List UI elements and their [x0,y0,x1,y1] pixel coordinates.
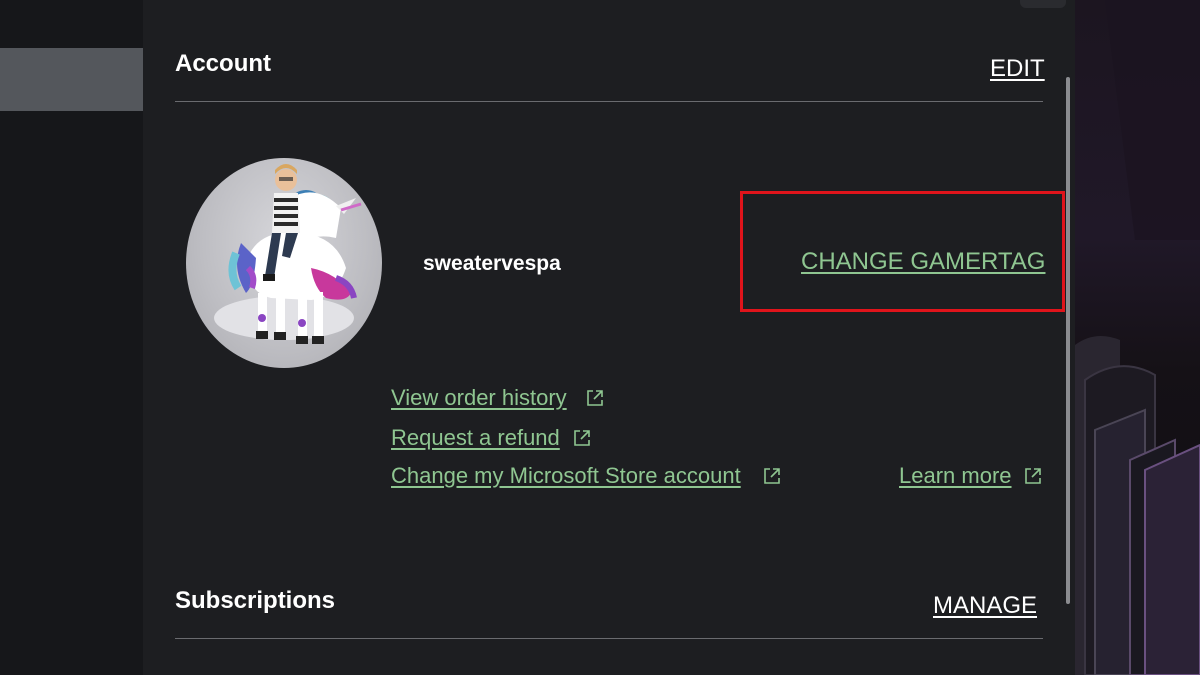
view-order-history-link[interactable]: View order history [391,385,567,411]
nav-item-selected[interactable] [0,48,143,111]
edit-button[interactable]: EDIT [990,55,1045,83]
manage-button[interactable]: MANAGE [933,592,1037,620]
change-gamertag-link[interactable]: CHANGE GAMERTAG [801,248,1045,276]
avatar [186,158,382,368]
left-nav [0,0,143,675]
learn-more-link[interactable]: Learn more [899,463,1012,489]
panel-top-edge [1020,0,1066,8]
gamertag: sweatervespa [423,252,561,275]
subscriptions-divider [175,638,1043,639]
change-store-account-link[interactable]: Change my Microsoft Store account [391,463,741,489]
external-link-icon [762,466,782,486]
account-title: Account [175,50,271,77]
account-divider [175,101,1043,102]
external-link-icon [572,428,592,448]
scrollbar[interactable] [1066,77,1070,604]
external-link-icon [585,388,605,408]
background-art [1075,0,1200,675]
subscriptions-title: Subscriptions [175,587,336,614]
external-link-icon [1023,466,1043,486]
request-refund-link[interactable]: Request a refund [391,425,560,451]
